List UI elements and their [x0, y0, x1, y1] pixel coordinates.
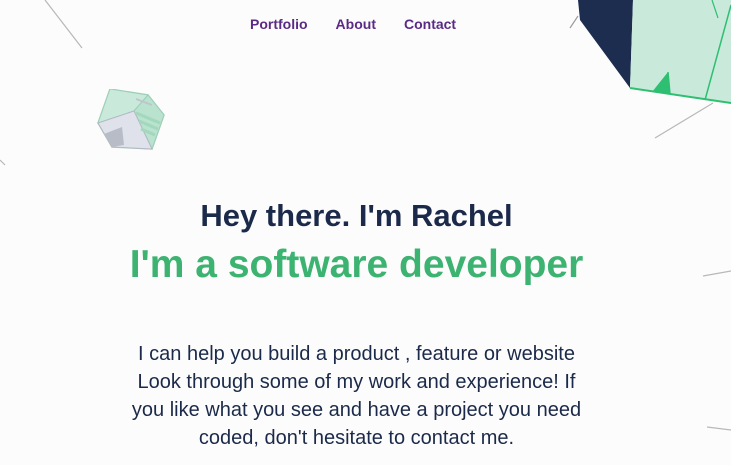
nav-about-link[interactable]: About — [336, 16, 376, 32]
hero-role: I'm a software developer — [129, 243, 584, 286]
nav-contact-link[interactable]: Contact — [404, 16, 456, 32]
intro-line: I can help you build a product , feature… — [138, 343, 575, 365]
hero-intro: I can help you build a product , feature… — [107, 340, 607, 452]
hero-greeting: Hey there. I'm Rachel — [200, 198, 513, 233]
intro-line: you like what you see and have a project… — [131, 399, 582, 421]
nav-portfolio-link[interactable]: Portfolio — [250, 16, 308, 32]
intro-line: Look through some of my work and experie… — [137, 371, 576, 393]
intro-line: coded, don't hesitate to contact me. — [198, 427, 515, 449]
hero-section: Hey there. I'm Rachel I'm a software dev… — [0, 196, 713, 452]
cube-icon — [97, 89, 165, 151]
main-nav: Portfolio About Contact — [250, 16, 456, 32]
geometric-shape-icon — [569, 0, 731, 104]
